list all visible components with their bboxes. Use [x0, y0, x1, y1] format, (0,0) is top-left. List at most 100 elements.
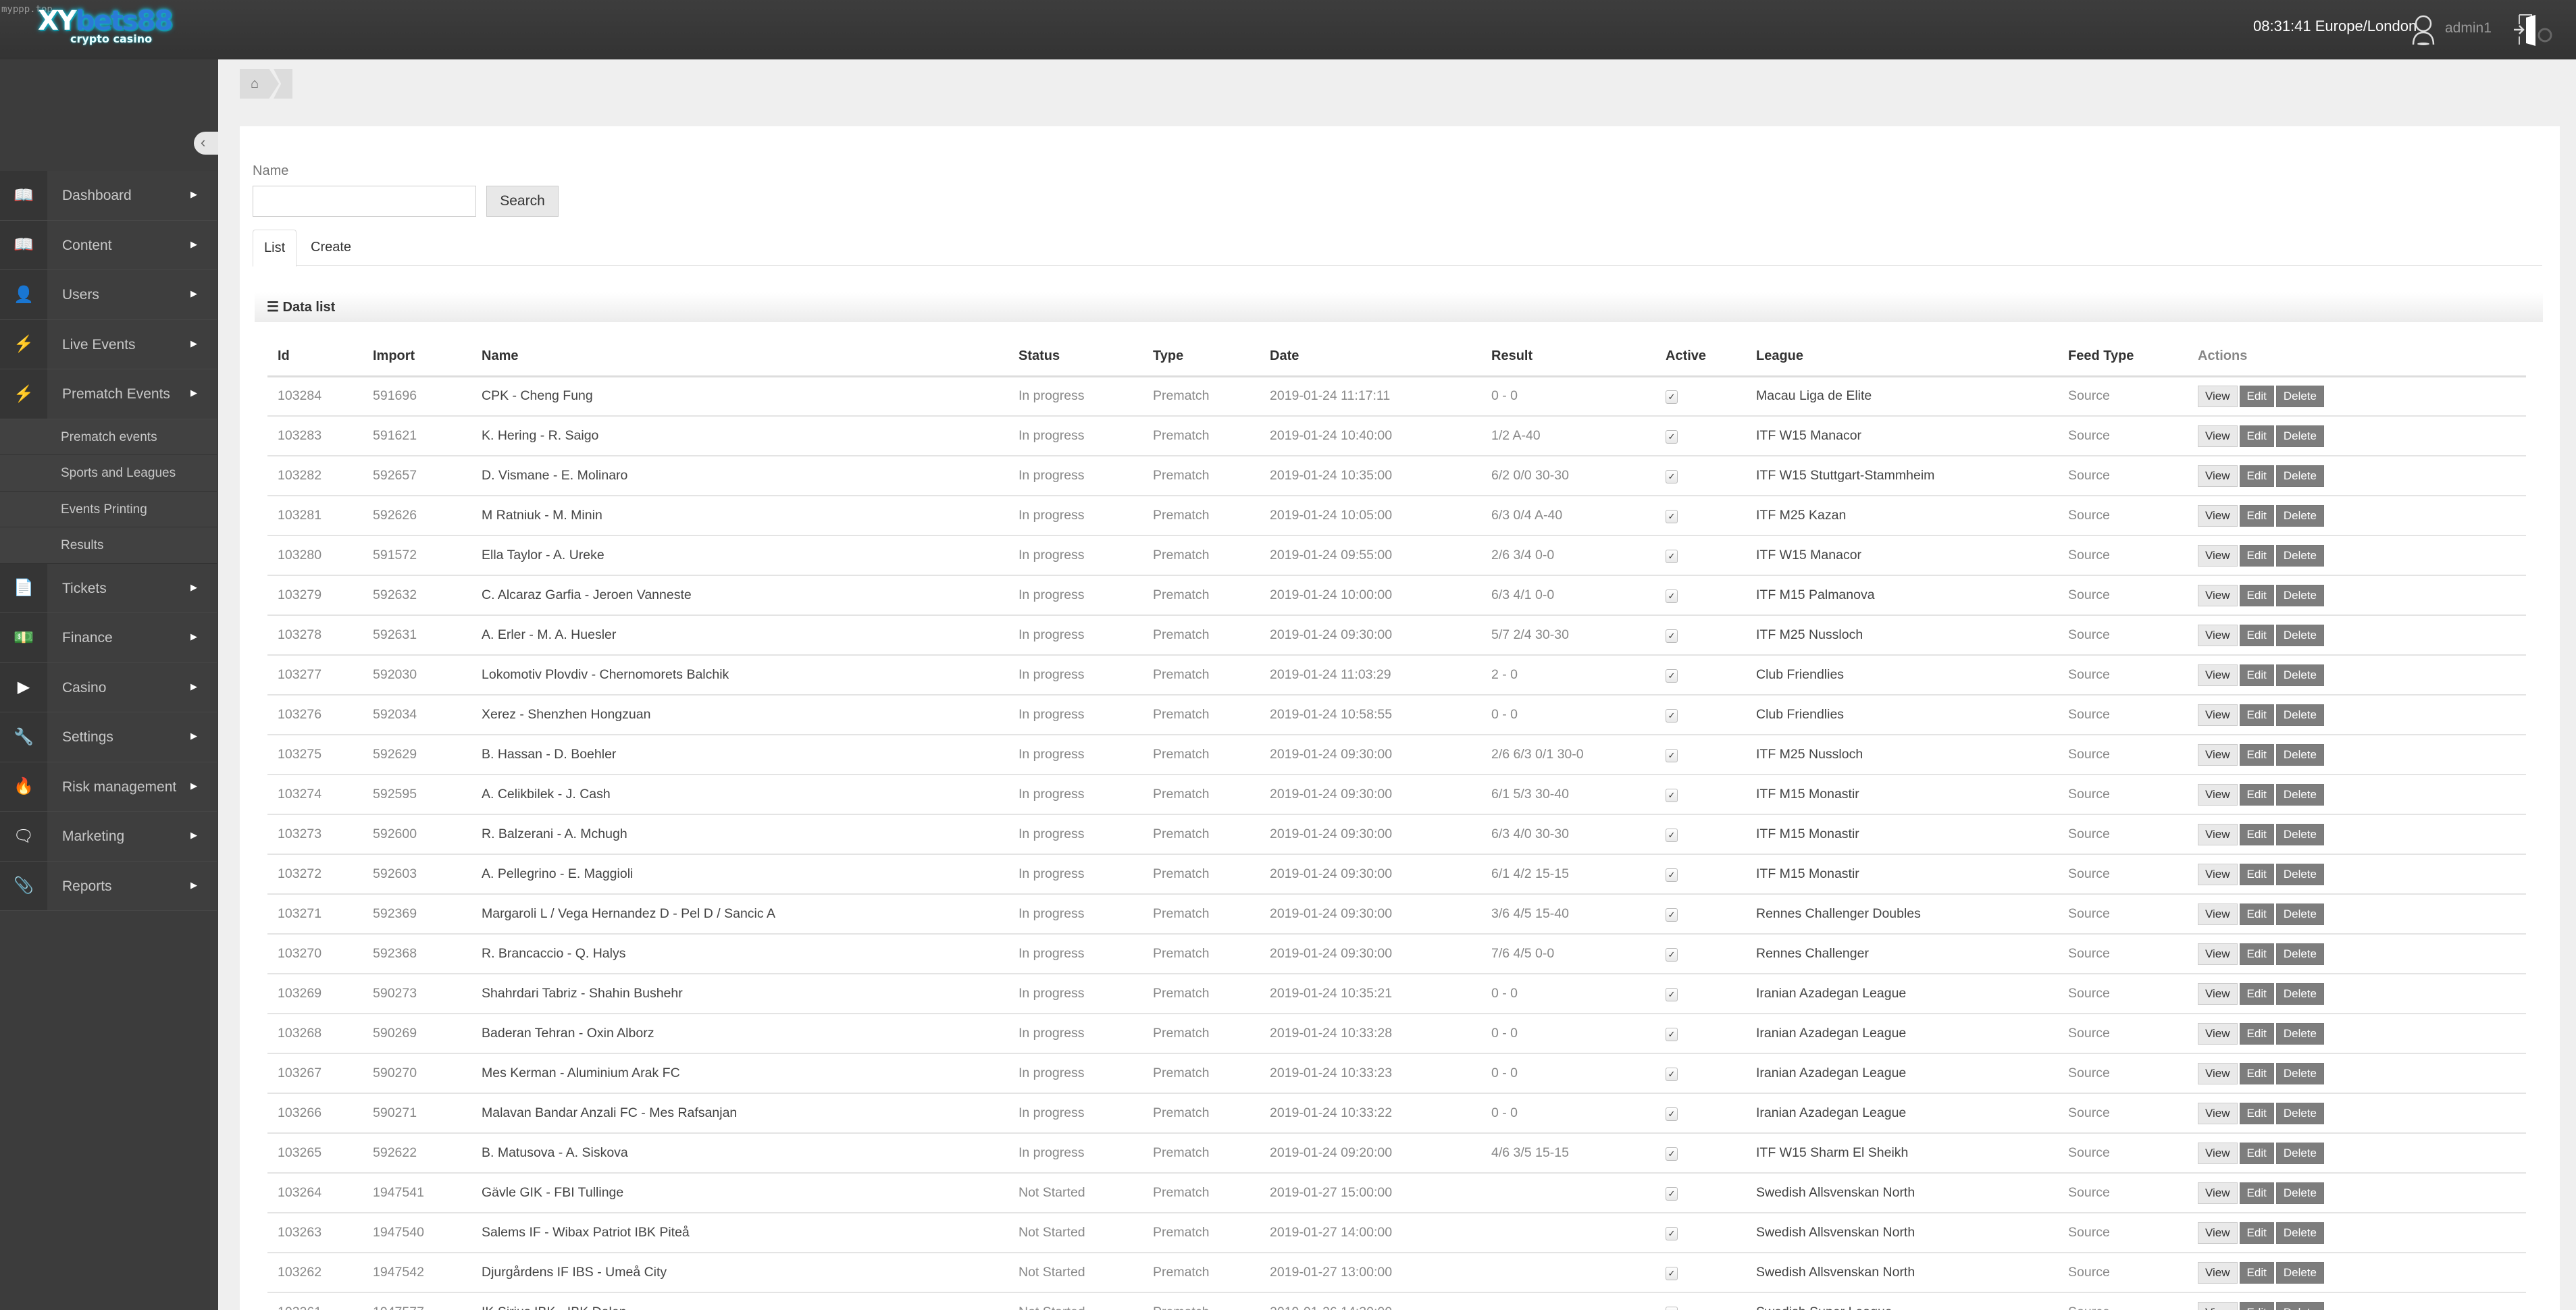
active-checkbox[interactable]: ✓ [1666, 510, 1678, 523]
sidebar-subitem-prematch-events[interactable]: Prematch events [0, 419, 217, 455]
delete-button[interactable]: Delete [2275, 624, 2324, 646]
logout-icon[interactable] [2511, 12, 2554, 49]
view-button[interactable]: View [2198, 823, 2238, 845]
delete-button[interactable]: Delete [2275, 1301, 2324, 1310]
edit-button[interactable]: Edit [2239, 1142, 2274, 1164]
edit-button[interactable]: Edit [2239, 624, 2274, 646]
edit-button[interactable]: Edit [2239, 1182, 2274, 1204]
active-checkbox[interactable]: ✓ [1666, 390, 1678, 404]
sidebar-subitem-results[interactable]: Results [0, 527, 217, 564]
delete-button[interactable]: Delete [2275, 385, 2324, 407]
name-filter-input[interactable] [253, 186, 476, 217]
edit-button[interactable]: Edit [2239, 1062, 2274, 1084]
column-header-type[interactable]: Type [1143, 338, 1260, 377]
sidebar-item-marketing[interactable]: 🗨 Marketing ▶ [0, 812, 217, 862]
cell-name[interactable]: Malavan Bandar Anzali FC - Mes Rafsanjan [471, 1093, 1008, 1134]
delete-button[interactable]: Delete [2275, 1142, 2324, 1164]
view-button[interactable]: View [2198, 1222, 2238, 1244]
cell-name[interactable]: A. Pellegrino - E. Maggioli [471, 854, 1008, 895]
active-checkbox[interactable]: ✓ [1666, 1028, 1678, 1041]
active-checkbox[interactable]: ✓ [1666, 988, 1678, 1001]
delete-button[interactable]: Delete [2275, 1222, 2324, 1244]
cell-name[interactable]: A. Celikbilek - J. Cash [471, 775, 1008, 815]
edit-button[interactable]: Edit [2239, 465, 2274, 487]
view-button[interactable]: View [2198, 504, 2238, 527]
delete-button[interactable]: Delete [2275, 584, 2324, 606]
sidebar-item-tickets[interactable]: 📄 Tickets ▶ [0, 563, 217, 613]
cell-name[interactable]: Xerez - Shenzhen Hongzuan [471, 695, 1008, 735]
edit-button[interactable]: Edit [2239, 1102, 2274, 1124]
edit-button[interactable]: Edit [2239, 783, 2274, 806]
sidebar-item-reports[interactable]: 📎 Reports ▶ [0, 861, 217, 911]
tab-list[interactable]: List [253, 230, 297, 267]
view-button[interactable]: View [2198, 584, 2238, 606]
sidebar-subitem-sports-and-leagues[interactable]: Sports and Leagues [0, 455, 217, 492]
cell-name[interactable]: Baderan Tehran - Oxin Alborz [471, 1014, 1008, 1054]
view-button[interactable]: View [2198, 983, 2238, 1005]
view-button[interactable]: View [2198, 465, 2238, 487]
edit-button[interactable]: Edit [2239, 504, 2274, 527]
edit-button[interactable]: Edit [2239, 743, 2274, 766]
column-header-name[interactable]: Name [471, 338, 1008, 377]
delete-button[interactable]: Delete [2275, 943, 2324, 965]
active-checkbox[interactable]: ✓ [1666, 1307, 1678, 1310]
column-header-result[interactable]: Result [1481, 338, 1655, 377]
active-checkbox[interactable]: ✓ [1666, 590, 1678, 603]
active-checkbox[interactable]: ✓ [1666, 629, 1678, 643]
view-button[interactable]: View [2198, 1102, 2238, 1124]
view-button[interactable]: View [2198, 943, 2238, 965]
view-button[interactable]: View [2198, 1301, 2238, 1310]
edit-button[interactable]: Edit [2239, 385, 2274, 407]
view-button[interactable]: View [2198, 1182, 2238, 1204]
column-header-status[interactable]: Status [1008, 338, 1143, 377]
cell-name[interactable]: IK Sirius IBK - IBK Dalen [471, 1292, 1008, 1310]
edit-button[interactable]: Edit [2239, 1222, 2274, 1244]
edit-button[interactable]: Edit [2239, 425, 2274, 447]
view-button[interactable]: View [2198, 544, 2238, 567]
active-checkbox[interactable]: ✓ [1666, 1267, 1678, 1280]
cell-name[interactable]: M Ratniuk - M. Minin [471, 496, 1008, 536]
delete-button[interactable]: Delete [2275, 863, 2324, 885]
active-checkbox[interactable]: ✓ [1666, 669, 1678, 683]
delete-button[interactable]: Delete [2275, 425, 2324, 447]
edit-button[interactable]: Edit [2239, 704, 2274, 726]
edit-button[interactable]: Edit [2239, 903, 2274, 925]
view-button[interactable]: View [2198, 1022, 2238, 1045]
active-checkbox[interactable]: ✓ [1666, 1068, 1678, 1081]
cell-name[interactable]: K. Hering - R. Saigo [471, 416, 1008, 456]
edit-button[interactable]: Edit [2239, 983, 2274, 1005]
delete-button[interactable]: Delete [2275, 465, 2324, 487]
view-button[interactable]: View [2198, 1261, 2238, 1284]
username[interactable]: admin1 [2445, 20, 2492, 36]
column-header-import[interactable]: Import [363, 338, 471, 377]
cell-name[interactable]: B. Matusova - A. Siskova [471, 1133, 1008, 1174]
cell-name[interactable]: Djurgårdens IF IBS - Umeå City [471, 1253, 1008, 1293]
delete-button[interactable]: Delete [2275, 544, 2324, 567]
column-header-actions[interactable]: Actions [2188, 338, 2526, 377]
cell-name[interactable]: C. Alcaraz Garfia - Jeroen Vanneste [471, 575, 1008, 616]
edit-button[interactable]: Edit [2239, 584, 2274, 606]
active-checkbox[interactable]: ✓ [1666, 709, 1678, 723]
cell-name[interactable]: Lokomotiv Plovdiv - Chernomorets Balchik [471, 655, 1008, 696]
sidebar-item-finance[interactable]: 💵 Finance ▶ [0, 613, 217, 663]
view-button[interactable]: View [2198, 385, 2238, 407]
sidebar-item-casino[interactable]: ▶ Casino ▶ [0, 662, 217, 712]
sidebar-item-dashboard[interactable]: 📖 Dashboard ▶ [0, 171, 217, 221]
sidebar-collapse-button[interactable]: ‹ [194, 132, 221, 155]
cell-name[interactable]: Salems IF - Wibax Patriot IBK Piteå [471, 1213, 1008, 1253]
active-checkbox[interactable]: ✓ [1666, 1187, 1678, 1201]
view-button[interactable]: View [2198, 425, 2238, 447]
active-checkbox[interactable]: ✓ [1666, 1227, 1678, 1240]
sidebar-item-live-events[interactable]: ⚡ Live Events ▶ [0, 319, 217, 369]
sidebar-item-content[interactable]: 📖 Content ▶ [0, 220, 217, 270]
cell-name[interactable]: R. Brancaccio - Q. Halys [471, 934, 1008, 974]
sidebar-item-users[interactable]: 👤 Users ▶ [0, 270, 217, 320]
edit-button[interactable]: Edit [2239, 1022, 2274, 1045]
sidebar-item-prematch-events[interactable]: ⚡ Prematch Events ▶ [0, 369, 217, 419]
delete-button[interactable]: Delete [2275, 704, 2324, 726]
edit-button[interactable]: Edit [2239, 544, 2274, 567]
view-button[interactable]: View [2198, 704, 2238, 726]
active-checkbox[interactable]: ✓ [1666, 789, 1678, 802]
delete-button[interactable]: Delete [2275, 1182, 2324, 1204]
view-button[interactable]: View [2198, 1062, 2238, 1084]
